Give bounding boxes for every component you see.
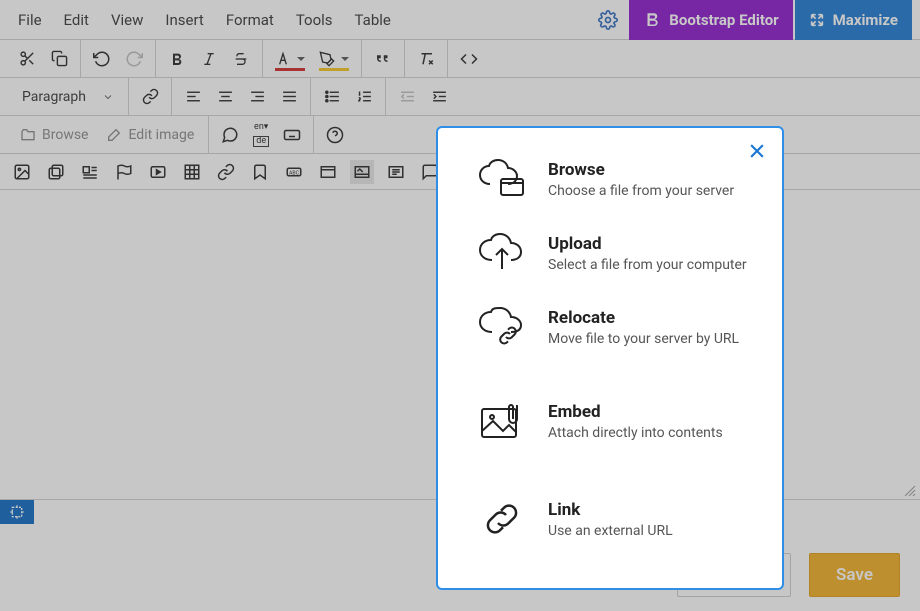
dialog-option-desc: Move file to your server by URL	[548, 331, 739, 347]
attach-image-icon	[476, 398, 528, 444]
maximize-label: Maximize	[833, 11, 898, 29]
menu-tools[interactable]: Tools	[286, 5, 343, 35]
dialog-option-desc: Use an external URL	[548, 523, 673, 539]
dialog-option-upload[interactable]: Upload Select a file from your computer	[438, 216, 782, 290]
undo-icon[interactable]	[87, 44, 117, 74]
chevron-down-icon	[341, 57, 349, 61]
svg-text:ABC: ABC	[289, 170, 300, 176]
panel-icon[interactable]	[316, 160, 340, 184]
dialog-option-title: Browse	[548, 160, 734, 180]
italic-icon[interactable]	[194, 44, 224, 74]
menu-insert[interactable]: Insert	[155, 5, 213, 35]
dialog-option-title: Embed	[548, 402, 723, 422]
align-center-icon[interactable]	[210, 82, 240, 112]
bootstrap-icon	[643, 11, 661, 29]
dialog-option-desc: Attach directly into contents	[548, 425, 723, 441]
paragraph-dropdown-label: Paragraph	[22, 89, 86, 105]
copy-icon[interactable]	[44, 44, 74, 74]
dialog-option-desc: Choose a file from your server	[548, 183, 734, 199]
bookmark-icon[interactable]	[248, 160, 272, 184]
highlight-color-swatch	[319, 68, 349, 71]
bootstrap-editor-button[interactable]: Bootstrap Editor	[629, 0, 792, 40]
save-button[interactable]: Save	[809, 553, 900, 597]
dialog-option-desc: Select a file from your computer	[548, 257, 747, 273]
indent-icon[interactable]	[424, 82, 454, 112]
cut-icon[interactable]	[12, 44, 42, 74]
menu-view[interactable]: View	[101, 5, 153, 35]
chain-link-icon	[476, 496, 528, 542]
align-justify-icon[interactable]	[274, 82, 304, 112]
menu-bar: File Edit View Insert Format Tools Table…	[0, 0, 920, 40]
align-right-icon[interactable]	[242, 82, 272, 112]
bootstrap-editor-label: Bootstrap Editor	[669, 11, 778, 29]
redo-icon	[119, 44, 149, 74]
highlight-color-button[interactable]	[313, 44, 355, 74]
caption-icon[interactable]	[350, 160, 374, 184]
dialog-option-link[interactable]: Link Use an external URL	[438, 482, 782, 556]
numbered-list-icon[interactable]	[349, 82, 379, 112]
settings-icon[interactable]	[593, 5, 623, 35]
align-left-icon[interactable]	[178, 82, 208, 112]
dialog-option-embed[interactable]: Embed Attach directly into contents	[438, 384, 782, 458]
dialog-option-title: Relocate	[548, 308, 739, 328]
wand-icon	[106, 127, 122, 143]
cloud-link-icon	[476, 304, 528, 350]
close-icon[interactable]	[744, 138, 770, 164]
menu-table[interactable]: Table	[345, 5, 401, 35]
resize-handle[interactable]	[902, 483, 916, 497]
dialog-option-browse[interactable]: Browse Choose a file from your server	[438, 142, 782, 216]
outdent-icon	[392, 82, 422, 112]
strikethrough-icon[interactable]	[226, 44, 256, 74]
gallery-icon[interactable]	[44, 160, 68, 184]
bold-icon[interactable]	[162, 44, 192, 74]
maximize-button[interactable]: Maximize	[795, 0, 912, 40]
section-icon[interactable]	[384, 160, 408, 184]
text-color-button[interactable]	[269, 44, 311, 74]
insert-file-dialog: Browse Choose a file from your server Up…	[436, 126, 784, 590]
flag-icon[interactable]	[112, 160, 136, 184]
edit-image-button[interactable]: Edit image	[98, 120, 202, 150]
menu-file[interactable]: File	[8, 5, 52, 35]
folder-icon	[20, 127, 36, 143]
language-button[interactable]: en▾de	[247, 120, 275, 150]
chevron-down-icon	[297, 57, 305, 61]
dialog-option-title: Upload	[548, 234, 747, 254]
maximize-icon	[809, 12, 825, 28]
text-color-swatch	[275, 68, 305, 71]
menu-edit[interactable]: Edit	[54, 5, 99, 35]
keyboard-icon[interactable]	[277, 120, 307, 150]
cloud-upload-icon	[476, 230, 528, 276]
help-icon[interactable]	[320, 120, 350, 150]
table-icon[interactable]	[180, 160, 204, 184]
chevron-down-icon	[102, 91, 114, 103]
dialog-option-relocate[interactable]: Relocate Move file to your server by URL	[438, 290, 782, 364]
browse-label: Browse	[42, 127, 88, 143]
abbreviation-icon[interactable]: ABC	[282, 160, 306, 184]
selection-mode-icon[interactable]	[0, 500, 34, 524]
comments-icon[interactable]	[215, 120, 245, 150]
dialog-option-title: Link	[548, 500, 673, 520]
cloud-folder-icon	[476, 156, 528, 202]
blockquote-icon[interactable]	[368, 44, 398, 74]
code-icon[interactable]	[454, 44, 484, 74]
bullet-list-icon[interactable]	[317, 82, 347, 112]
edit-image-label: Edit image	[128, 127, 194, 143]
image-icon[interactable]	[10, 160, 34, 184]
clear-formatting-icon[interactable]	[411, 44, 441, 74]
menu-format[interactable]: Format	[216, 5, 284, 35]
alignimage-icon[interactable]	[78, 160, 102, 184]
paragraph-dropdown[interactable]: Paragraph	[12, 82, 122, 112]
link-icon[interactable]	[135, 82, 165, 112]
anchorlink-icon[interactable]	[214, 160, 238, 184]
video-icon[interactable]	[146, 160, 170, 184]
browse-button[interactable]: Browse	[12, 120, 96, 150]
